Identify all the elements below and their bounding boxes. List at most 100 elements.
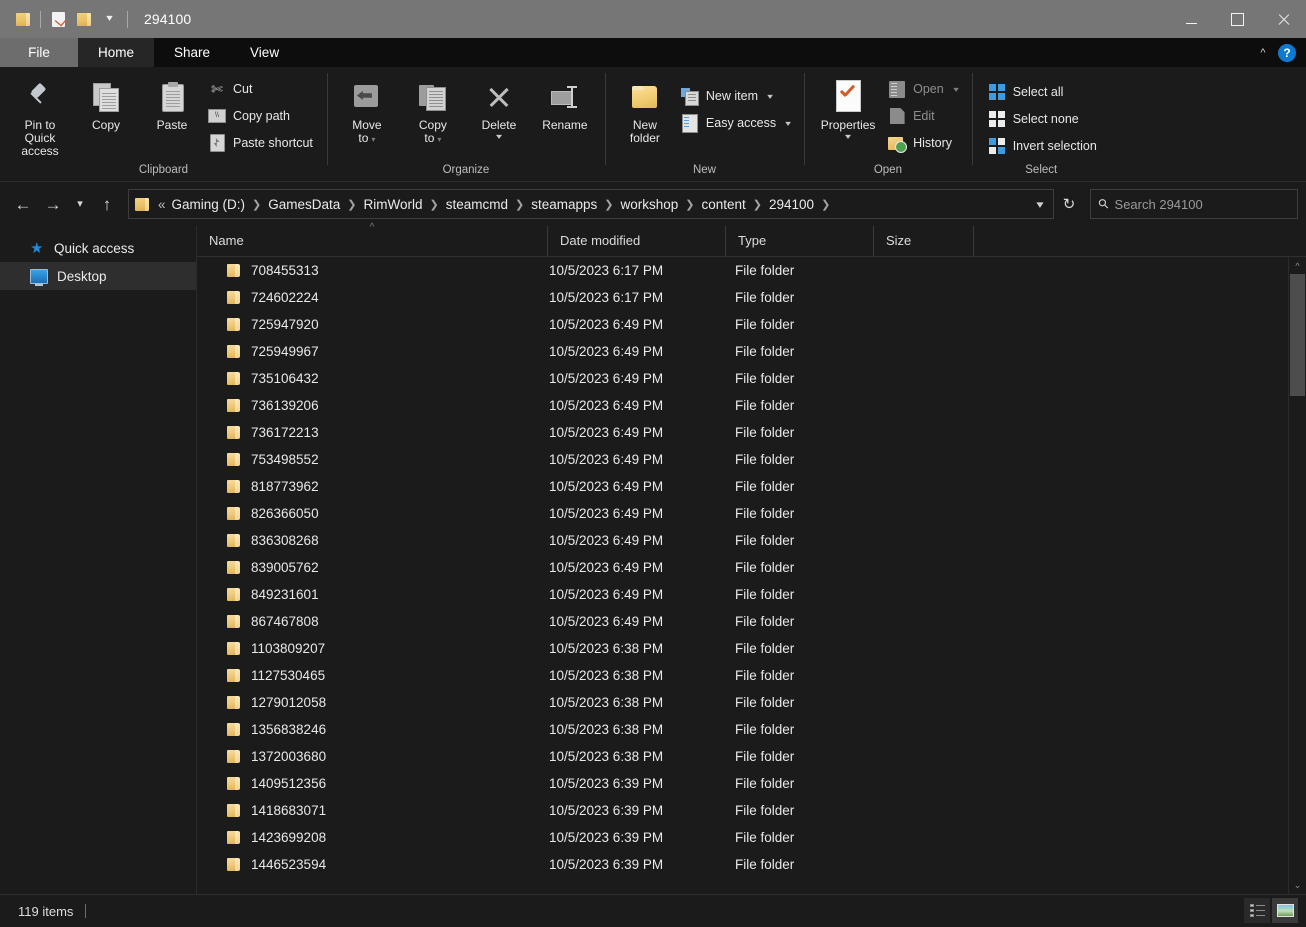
table-row[interactable]: 141868307110/5/2023 6:39 PMFile folder: [197, 797, 1306, 824]
breadcrumb-item-7[interactable]: 294100: [765, 197, 818, 212]
table-row[interactable]: 70845531310/5/2023 6:17 PMFile folder: [197, 257, 1306, 284]
paste-shortcut-button[interactable]: Paste shortcut: [206, 130, 319, 156]
table-row[interactable]: 84923160110/5/2023 6:49 PMFile folder: [197, 581, 1306, 608]
open-button[interactable]: Open ▾: [886, 76, 964, 102]
breadcrumb-item-1[interactable]: GamesData: [264, 197, 344, 212]
open-caret-icon[interactable]: ▾: [953, 85, 959, 94]
scroll-down-icon[interactable]: ⌄: [1289, 877, 1306, 894]
customize-caret-icon[interactable]: ▾: [97, 6, 123, 32]
copy-to-button[interactable]: Copy to▾: [401, 73, 465, 146]
folder-icon[interactable]: [10, 6, 36, 32]
table-row[interactable]: 144652359410/5/2023 6:39 PMFile folder: [197, 851, 1306, 878]
scrollbar-thumb[interactable]: [1290, 274, 1305, 396]
chevron-up-icon[interactable]: ^: [1252, 47, 1274, 59]
vertical-scrollbar[interactable]: ^ ⌄: [1288, 257, 1306, 894]
table-row[interactable]: 73613920610/5/2023 6:49 PMFile folder: [197, 392, 1306, 419]
copy-path-button[interactable]: \\ Copy path: [206, 103, 319, 129]
properties-icon[interactable]: [45, 6, 71, 32]
table-row[interactable]: 86746780810/5/2023 6:49 PMFile folder: [197, 608, 1306, 635]
sidebar-item-desktop[interactable]: Desktop: [0, 262, 196, 290]
breadcrumb-chevron-icon-6[interactable]: ❯: [750, 198, 765, 211]
move-to-caret-icon[interactable]: ▾: [371, 135, 375, 144]
forward-button[interactable]: →: [38, 189, 68, 219]
close-button[interactable]: [1260, 0, 1306, 38]
invert-selection-button[interactable]: Invert selection: [986, 133, 1103, 159]
help-icon[interactable]: ?: [1278, 44, 1296, 62]
scrollbar-track[interactable]: [1289, 274, 1306, 877]
breadcrumb-chevron-icon-7[interactable]: ❯: [818, 198, 833, 211]
breadcrumb-item-5[interactable]: workshop: [617, 197, 683, 212]
chevron-down-icon[interactable]: ▾: [1023, 198, 1057, 211]
easy-access-caret-icon[interactable]: ▾: [785, 119, 791, 128]
breadcrumb-chevron-icon-1[interactable]: ❯: [344, 198, 359, 211]
breadcrumb-chevron-icon-2[interactable]: ❯: [427, 198, 442, 211]
pin-to-quick-access-button[interactable]: Pin to Quick access: [8, 73, 72, 158]
tab-view[interactable]: View: [230, 38, 299, 67]
table-row[interactable]: 72594792010/5/2023 6:49 PMFile folder: [197, 311, 1306, 338]
table-row[interactable]: 83900576210/5/2023 6:49 PMFile folder: [197, 554, 1306, 581]
move-to-button[interactable]: Move to▾: [335, 73, 399, 146]
breadcrumb-chevron-icon-4[interactable]: ❯: [601, 198, 616, 211]
breadcrumb-item-4[interactable]: steamapps: [527, 197, 601, 212]
breadcrumb-item-2[interactable]: RimWorld: [360, 197, 427, 212]
tab-file[interactable]: File: [0, 38, 78, 67]
select-all-button[interactable]: Select all: [986, 79, 1103, 105]
table-row[interactable]: 110380920710/5/2023 6:38 PMFile folder: [197, 635, 1306, 662]
table-row[interactable]: 72460222410/5/2023 6:17 PMFile folder: [197, 284, 1306, 311]
easy-access-button[interactable]: Easy access ▾: [679, 110, 796, 136]
breadcrumb-chevron-icon-3[interactable]: ❯: [512, 198, 527, 211]
new-folder-icon[interactable]: [71, 6, 97, 32]
maximize-button[interactable]: [1214, 0, 1260, 38]
table-row[interactable]: 142369920810/5/2023 6:39 PMFile folder: [197, 824, 1306, 851]
large-icons-view-button[interactable]: [1272, 898, 1298, 923]
copy-to-caret-icon[interactable]: ▾: [437, 135, 441, 144]
breadcrumb-item-0[interactable]: Gaming (D:): [168, 197, 250, 212]
new-item-caret-icon[interactable]: ▾: [767, 92, 773, 101]
breadcrumb-item-6[interactable]: content: [698, 197, 750, 212]
sidebar-item-quick-access[interactable]: ★ Quick access: [0, 234, 196, 262]
search-input[interactable]: ⚲ Search 294100: [1090, 189, 1298, 219]
rename-button[interactable]: Rename: [533, 73, 597, 132]
new-folder-button[interactable]: New folder: [613, 73, 677, 145]
delete-button[interactable]: Delete ▾: [467, 73, 531, 141]
history-button[interactable]: History: [886, 130, 964, 156]
column-header-type[interactable]: Type: [725, 226, 873, 256]
delete-caret-icon[interactable]: ▾: [496, 133, 502, 141]
select-none-button[interactable]: Select none: [986, 106, 1103, 132]
properties-button[interactable]: Properties ▾: [812, 73, 884, 141]
new-item-button[interactable]: New item ▾: [679, 83, 796, 109]
edit-button[interactable]: Edit: [886, 103, 964, 129]
table-row[interactable]: 73510643210/5/2023 6:49 PMFile folder: [197, 365, 1306, 392]
table-row[interactable]: 135683824610/5/2023 6:38 PMFile folder: [197, 716, 1306, 743]
paste-button[interactable]: Paste: [140, 73, 204, 132]
table-row[interactable]: 73617221310/5/2023 6:49 PMFile folder: [197, 419, 1306, 446]
table-row[interactable]: 72594996710/5/2023 6:49 PMFile folder: [197, 338, 1306, 365]
table-row[interactable]: 81877396210/5/2023 6:49 PMFile folder: [197, 473, 1306, 500]
table-row[interactable]: 127901205810/5/2023 6:38 PMFile folder: [197, 689, 1306, 716]
breadcrumb-item-3[interactable]: steamcmd: [442, 197, 512, 212]
cut-button[interactable]: ✄ Cut: [206, 76, 319, 102]
up-button[interactable]: ↑: [92, 189, 122, 219]
column-header-date-modified[interactable]: Date modified: [547, 226, 725, 256]
table-row[interactable]: 137200368010/5/2023 6:38 PMFile folder: [197, 743, 1306, 770]
details-view-button[interactable]: [1244, 898, 1270, 923]
recent-locations-icon[interactable]: ▾: [68, 189, 92, 219]
table-row[interactable]: 112753046510/5/2023 6:38 PMFile folder: [197, 662, 1306, 689]
breadcrumb-overflow-icon[interactable]: «: [156, 197, 168, 212]
breadcrumb-chevron-icon-0[interactable]: ❯: [249, 198, 264, 211]
properties-caret-icon[interactable]: ▾: [845, 133, 851, 141]
minimize-button[interactable]: [1168, 0, 1214, 38]
back-button[interactable]: ←: [8, 189, 38, 219]
table-row[interactable]: 83630826810/5/2023 6:49 PMFile folder: [197, 527, 1306, 554]
table-row[interactable]: 140951235610/5/2023 6:39 PMFile folder: [197, 770, 1306, 797]
breadcrumb-chevron-icon-5[interactable]: ❯: [682, 198, 697, 211]
breadcrumb[interactable]: « Gaming (D:) ❯ GamesData ❯ RimWorld ❯ s…: [128, 189, 1054, 219]
scroll-up-icon[interactable]: ^: [1289, 257, 1306, 274]
copy-button[interactable]: Copy: [74, 73, 138, 132]
table-row[interactable]: 82636605010/5/2023 6:49 PMFile folder: [197, 500, 1306, 527]
refresh-button[interactable]: ↻: [1054, 190, 1084, 218]
column-header-size[interactable]: Size: [873, 226, 973, 256]
table-row[interactable]: 75349855210/5/2023 6:49 PMFile folder: [197, 446, 1306, 473]
tab-home[interactable]: Home: [78, 38, 154, 67]
tab-share[interactable]: Share: [154, 38, 230, 67]
